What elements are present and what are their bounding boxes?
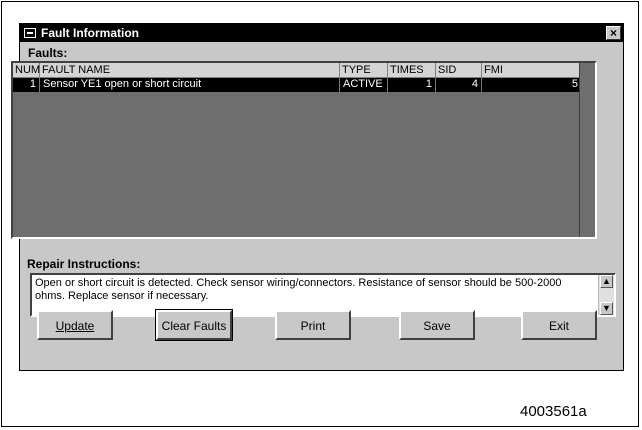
cell-times: 1 [388, 78, 436, 92]
window-title: Fault Information [41, 26, 139, 40]
cell-fault-name: Sensor YE1 open or short circuit [40, 78, 340, 92]
repair-scrollbar[interactable]: ▲ ▼ [598, 275, 614, 315]
save-button[interactable]: Save [399, 310, 475, 340]
update-button-label: Update [55, 319, 95, 333]
print-button[interactable]: Print [275, 310, 351, 340]
clear-faults-button[interactable]: Clear Faults [155, 309, 233, 341]
col-header-times[interactable]: TIMES [388, 63, 436, 78]
figure-id: 4003561a [520, 403, 587, 420]
col-header-fmi[interactable]: FMI [482, 63, 581, 78]
scroll-up-arrow-icon[interactable]: ▲ [600, 275, 613, 288]
repair-instructions-text: Open or short circuit is detected. Check… [35, 277, 562, 302]
exit-button[interactable]: Exit [521, 310, 597, 340]
cell-sid: 4 [436, 78, 482, 92]
exit-button-label: Exit [548, 319, 569, 333]
cell-type: ACTIVE [340, 78, 388, 92]
repair-instructions-label: Repair Instructions: [27, 257, 141, 271]
window-menu-icon[interactable] [24, 28, 36, 38]
update-button[interactable]: Update [37, 310, 113, 340]
clear-faults-button-label: Clear Faults [161, 319, 227, 333]
close-button[interactable]: × [606, 26, 621, 40]
table-scrollbar[interactable] [579, 63, 595, 237]
print-button-label: Print [300, 319, 326, 333]
cell-num: 1 [13, 78, 40, 92]
cell-fmi: 5 [571, 78, 578, 90]
col-header-num[interactable]: NUM [13, 63, 40, 78]
col-header-sid[interactable]: SID [436, 63, 482, 78]
title-bar: Fault Information × [20, 24, 623, 42]
col-header-fault-name[interactable]: FAULT NAME [40, 63, 340, 78]
faults-table[interactable]: NUM FAULT NAME TYPE TIMES SID FMI 1 Sens… [11, 61, 597, 239]
save-button-label: Save [423, 319, 451, 333]
table-row[interactable]: 1 Sensor YE1 open or short circuit ACTIV… [13, 78, 581, 92]
col-header-type[interactable]: TYPE [340, 63, 388, 78]
faults-label: Faults: [28, 46, 68, 60]
scroll-down-arrow-icon[interactable]: ▼ [600, 302, 613, 315]
